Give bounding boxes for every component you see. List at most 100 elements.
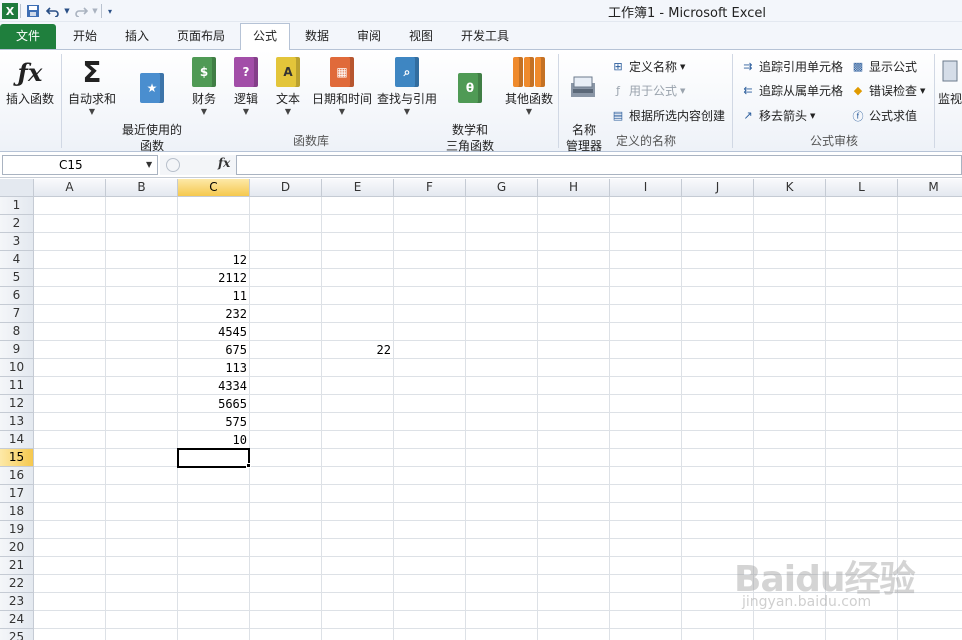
cell-c7[interactable]: 232 xyxy=(178,305,250,323)
row-header-11[interactable]: 11 xyxy=(0,377,34,395)
cell-c6[interactable]: 11 xyxy=(178,287,250,305)
lookup-book-icon: ⌕ xyxy=(376,54,438,90)
column-header-k[interactable]: K xyxy=(754,179,826,197)
active-cell-c15[interactable] xyxy=(177,448,250,468)
tab-view[interactable]: 视图 xyxy=(396,24,446,50)
create-from-selection-label: 根据所选内容创建 xyxy=(629,109,726,123)
customize-icon[interactable]: ▾ xyxy=(104,2,116,20)
lookup-reference-button[interactable]: ⌕ 查找与引用 ▼ xyxy=(376,54,438,117)
row-header-12[interactable]: 12 xyxy=(0,395,34,413)
tab-insert[interactable]: 插入 xyxy=(112,24,162,50)
title-bar: X ▼ ▼ ▾ 工作簿1 - Microsoft Excel xyxy=(0,0,962,22)
row-header-25[interactable]: 25 xyxy=(0,629,34,640)
cell-c8[interactable]: 4545 xyxy=(178,323,250,341)
use-in-formula-button[interactable]: ƒ 用于公式 ▼ xyxy=(610,82,685,99)
row-header-15[interactable]: 15 xyxy=(0,449,34,467)
chevron-down-icon[interactable]: ▼ xyxy=(146,160,152,169)
row-header-3[interactable]: 3 xyxy=(0,233,34,251)
tab-page-layout[interactable]: 页面布局 xyxy=(166,24,236,50)
fx-icon[interactable]: fx xyxy=(218,156,230,170)
row-header-10[interactable]: 10 xyxy=(0,359,34,377)
cell-c13[interactable]: 575 xyxy=(178,413,250,431)
column-header-i[interactable]: I xyxy=(610,179,682,197)
cell-c4[interactable]: 12 xyxy=(178,251,250,269)
row-header-2[interactable]: 2 xyxy=(0,215,34,233)
excel-logo-icon[interactable]: X xyxy=(2,3,18,19)
formula-input[interactable] xyxy=(236,155,962,175)
column-header-l[interactable]: L xyxy=(826,179,898,197)
row-header-23[interactable]: 23 xyxy=(0,593,34,611)
row-header-16[interactable]: 16 xyxy=(0,467,34,485)
show-formulas-button[interactable]: ▩ 显示公式 xyxy=(850,58,917,75)
tab-home[interactable]: 开始 xyxy=(60,24,110,50)
autosum-button[interactable]: Σ 自动求和 ▼ xyxy=(64,54,120,117)
redo-dropdown-icon[interactable]: ▼ xyxy=(91,2,99,20)
trace-dependents-button[interactable]: ⇇ 追踪从属单元格 xyxy=(740,82,843,99)
create-from-selection-button[interactable]: ▤ 根据所选内容创建 xyxy=(610,107,725,124)
row-header-14[interactable]: 14 xyxy=(0,431,34,449)
column-header-g[interactable]: G xyxy=(466,179,538,197)
cell-c5[interactable]: 2112 xyxy=(178,269,250,287)
date-time-button[interactable]: ▦ 日期和时间 ▼ xyxy=(310,54,374,117)
text-book-icon: A xyxy=(268,54,308,90)
redo-icon[interactable] xyxy=(71,2,91,20)
cell-c12[interactable]: 5665 xyxy=(178,395,250,413)
tab-review[interactable]: 审阅 xyxy=(344,24,394,50)
column-header-e[interactable]: E xyxy=(322,179,394,197)
row-header-5[interactable]: 5 xyxy=(0,269,34,287)
row-header-4[interactable]: 4 xyxy=(0,251,34,269)
insert-function-button[interactable]: ƒx 插入函数 xyxy=(2,54,58,107)
remove-arrows-button[interactable]: ↗ 移去箭头 ▼ xyxy=(740,107,815,124)
logical-button[interactable]: ? 逻辑 ▼ xyxy=(226,54,266,117)
tab-file[interactable]: 文件 xyxy=(0,24,56,49)
expand-handle-icon[interactable] xyxy=(166,158,180,172)
column-header-d[interactable]: D xyxy=(250,179,322,197)
undo-icon[interactable] xyxy=(43,2,63,20)
cell-c10[interactable]: 113 xyxy=(178,359,250,377)
name-box[interactable]: C15 xyxy=(2,155,158,175)
error-checking-button[interactable]: ◆ 错误检查 ▼ xyxy=(850,82,926,99)
row-header-1[interactable]: 1 xyxy=(0,197,34,215)
financial-button[interactable]: $ 财务 ▼ xyxy=(184,54,224,117)
more-functions-button[interactable]: 其他函数 ▼ xyxy=(502,54,556,117)
row-header-21[interactable]: 21 xyxy=(0,557,34,575)
tab-developer[interactable]: 开发工具 xyxy=(450,24,520,50)
tab-data[interactable]: 数据 xyxy=(292,24,342,50)
text-button[interactable]: A 文本 ▼ xyxy=(268,54,308,117)
column-header-c[interactable]: C xyxy=(178,179,250,197)
row-header-24[interactable]: 24 xyxy=(0,611,34,629)
tab-formulas[interactable]: 公式 xyxy=(240,23,290,51)
cell-c14[interactable]: 10 xyxy=(178,431,250,449)
evaluate-formula-button[interactable]: ⓕ 公式求值 xyxy=(850,107,918,124)
grid-line xyxy=(34,484,962,485)
warning-icon: ◆ xyxy=(853,84,863,97)
watch-window-button[interactable]: 监视 xyxy=(938,54,962,107)
column-header-a[interactable]: A xyxy=(34,179,106,197)
fill-handle[interactable] xyxy=(246,463,251,468)
column-header-f[interactable]: F xyxy=(394,179,466,197)
row-header-13[interactable]: 13 xyxy=(0,413,34,431)
row-header-22[interactable]: 22 xyxy=(0,575,34,593)
row-header-18[interactable]: 18 xyxy=(0,503,34,521)
column-header-b[interactable]: B xyxy=(106,179,178,197)
row-header-9[interactable]: 9 xyxy=(0,341,34,359)
row-header-19[interactable]: 19 xyxy=(0,521,34,539)
grid-line xyxy=(34,376,962,377)
row-header-6[interactable]: 6 xyxy=(0,287,34,305)
define-name-button[interactable]: ⊞ 定义名称 ▼ xyxy=(610,58,685,75)
save-icon[interactable] xyxy=(23,2,43,20)
row-header-17[interactable]: 17 xyxy=(0,485,34,503)
grid-line xyxy=(34,466,962,467)
row-header-20[interactable]: 20 xyxy=(0,539,34,557)
row-header-8[interactable]: 8 xyxy=(0,323,34,341)
cell-c11[interactable]: 4334 xyxy=(178,377,250,395)
undo-dropdown-icon[interactable]: ▼ xyxy=(63,2,71,20)
column-header-h[interactable]: H xyxy=(538,179,610,197)
cell-e9[interactable]: 22 xyxy=(322,341,394,359)
column-header-j[interactable]: J xyxy=(682,179,754,197)
trace-precedents-button[interactable]: ⇉ 追踪引用单元格 xyxy=(740,58,843,75)
cell-c9[interactable]: 675 xyxy=(178,341,250,359)
select-all-corner[interactable] xyxy=(0,179,34,197)
row-header-7[interactable]: 7 xyxy=(0,305,34,323)
column-header-m[interactable]: M xyxy=(898,179,962,197)
